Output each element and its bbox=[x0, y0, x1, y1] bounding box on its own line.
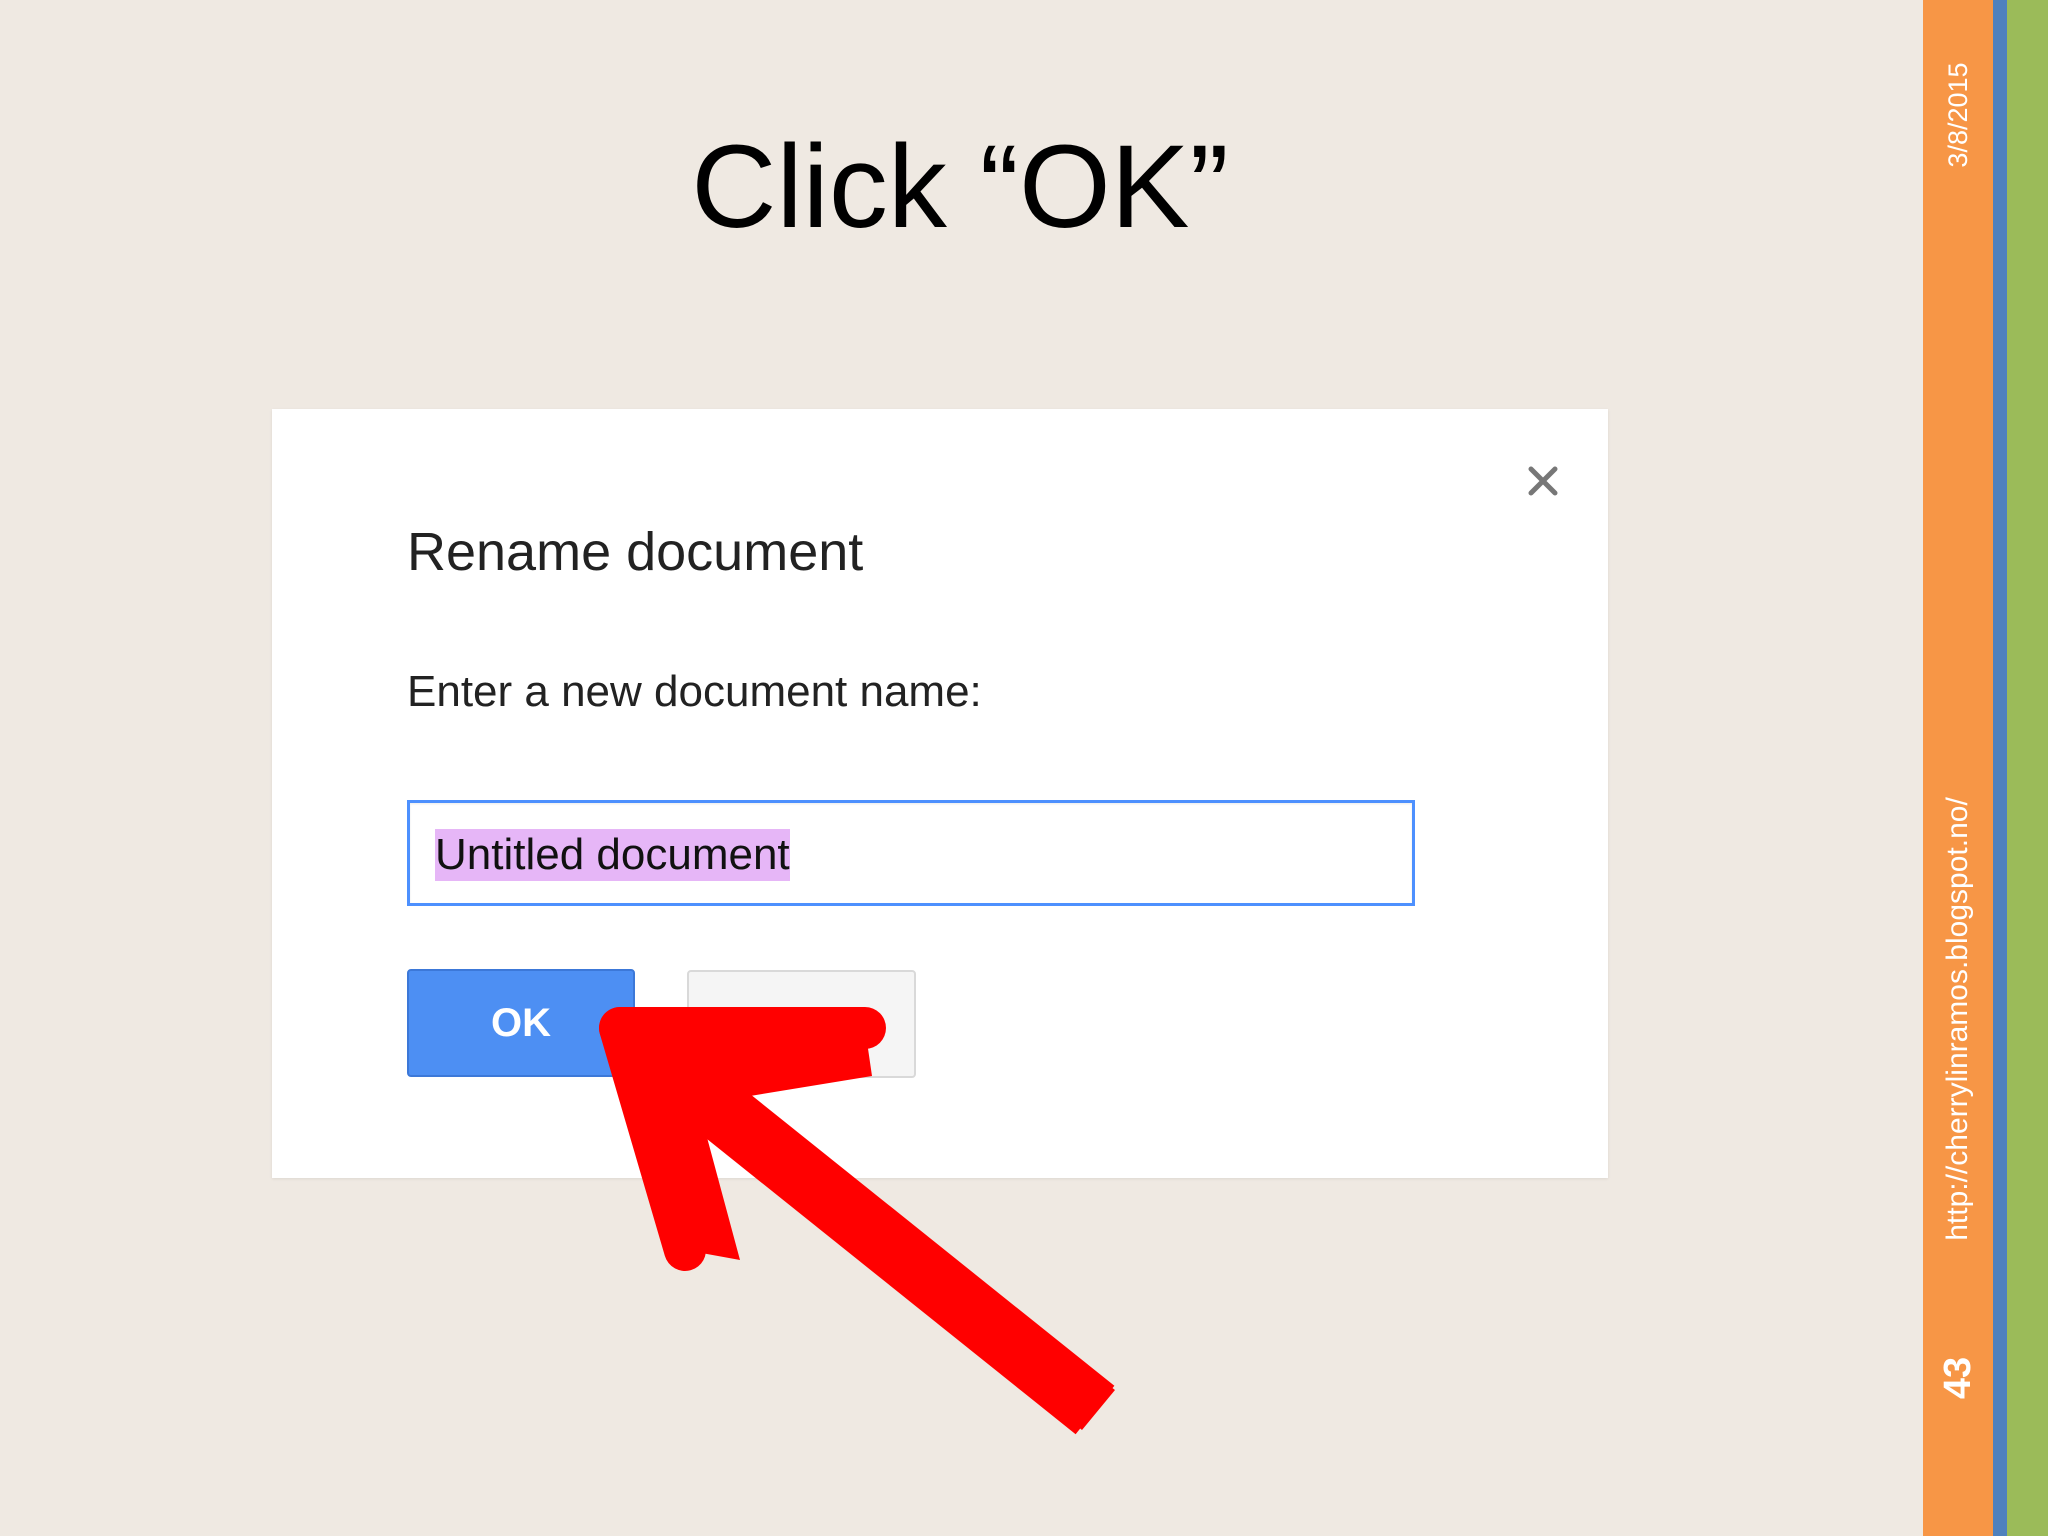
ok-button[interactable]: OK bbox=[407, 969, 635, 1077]
document-name-input[interactable]: Untitled document bbox=[407, 800, 1415, 906]
slide-url: http://cherrylinramos.blogspot.no/ bbox=[1941, 797, 1974, 1241]
slide-title: Click “OK” bbox=[691, 121, 1229, 253]
dialog-prompt: Enter a new document name: bbox=[407, 667, 982, 716]
cancel-button[interactable]: Cancel bbox=[687, 970, 916, 1078]
side-accent-green bbox=[2007, 0, 2048, 1536]
slide-number: 43 bbox=[1937, 1356, 1979, 1400]
slide-date: 3/8/2015 bbox=[1943, 62, 1973, 168]
close-icon bbox=[1525, 463, 1561, 504]
dialog-title: Rename document bbox=[407, 522, 864, 582]
document-name-value: Untitled document bbox=[435, 829, 790, 881]
close-button[interactable] bbox=[1520, 460, 1566, 506]
side-accent-blue bbox=[1993, 0, 2007, 1536]
side-accent-orange bbox=[1923, 0, 1993, 1536]
rename-document-dialog: Rename document Enter a new document nam… bbox=[272, 409, 1608, 1178]
